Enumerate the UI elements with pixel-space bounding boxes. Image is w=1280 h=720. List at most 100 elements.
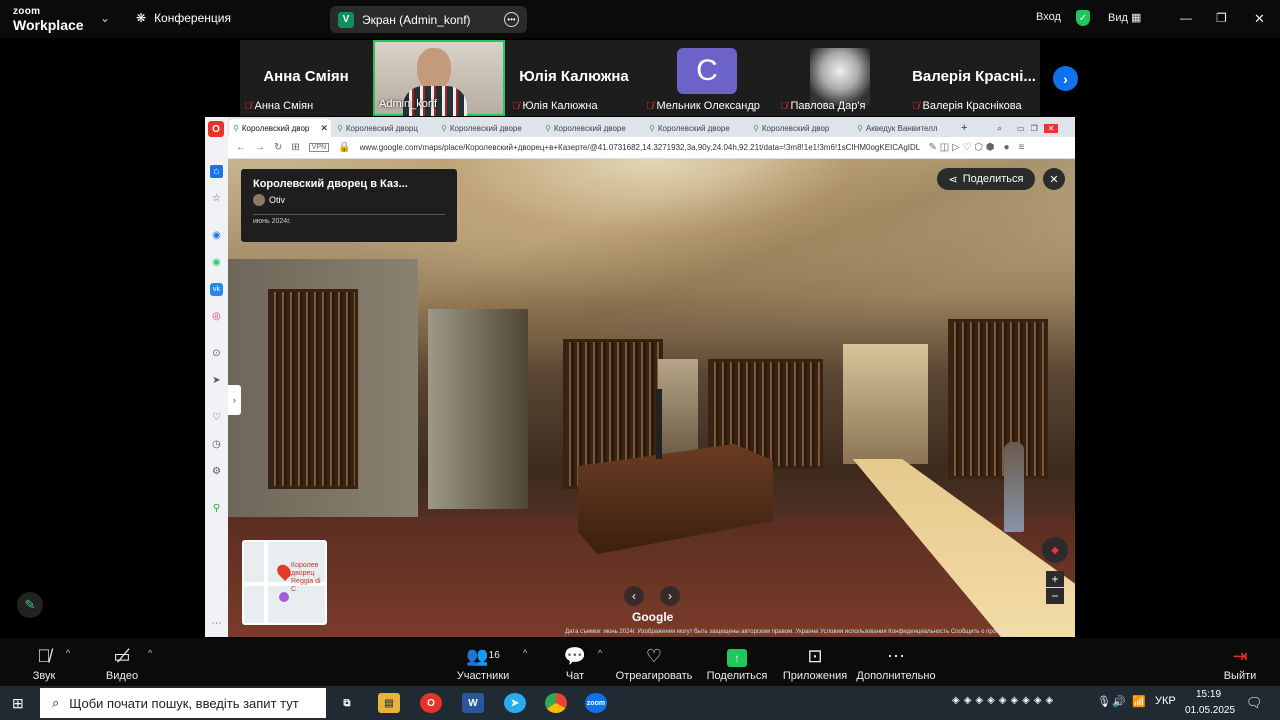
vk-icon[interactable]: vk bbox=[210, 283, 223, 296]
file-explorer-icon[interactable]: ▤ bbox=[378, 693, 400, 713]
participant-tile-active-speaker[interactable]: Admin_konf bbox=[373, 40, 505, 116]
browser-tab-active[interactable]: ⚲ Королевский двор ✕ bbox=[229, 119, 331, 137]
whatsapp-icon[interactable]: ◉ bbox=[210, 256, 223, 269]
taskbar-search[interactable]: ⌕ Щоби почати пошук, введіть запит тут bbox=[40, 688, 326, 718]
audio-options-caret[interactable]: ^ bbox=[66, 648, 70, 658]
mic-icon[interactable]: 🎙 bbox=[1097, 695, 1111, 708]
opera-icon[interactable]: O bbox=[420, 693, 442, 713]
video-button[interactable]: ▭̸ Видео bbox=[100, 644, 144, 682]
zoom-in-button[interactable]: + bbox=[1046, 571, 1064, 587]
send-icon[interactable]: ➤ bbox=[210, 374, 223, 387]
close-tab-icon[interactable]: ✕ bbox=[320, 123, 328, 134]
tabs-grid-icon[interactable]: ⊞ bbox=[291, 142, 299, 153]
participant-tile[interactable]: Валерія Красні... 🎙̸ Валерія Краснікова bbox=[908, 40, 1040, 116]
telegram-icon[interactable]: ➤ bbox=[504, 693, 526, 713]
extensions-icons[interactable]: ✎ ◫ ▷ ♡ ⬡ ⬢ bbox=[929, 142, 995, 153]
settings-icon[interactable]: ⚙ bbox=[210, 465, 223, 478]
heart-icon[interactable]: ♡ bbox=[210, 411, 223, 424]
video-options-caret[interactable]: ^ bbox=[148, 648, 152, 658]
chat-button[interactable]: 💬 Чат bbox=[556, 644, 594, 682]
place-title[interactable]: Королевский дворец в Каз... bbox=[253, 178, 445, 190]
participants-button[interactable]: 👥16 Участники bbox=[452, 644, 514, 682]
collapse-panel-button[interactable]: › bbox=[228, 385, 241, 415]
browser-tab[interactable]: ⚲ Королевский дворе bbox=[645, 119, 747, 137]
notifications-icon[interactable]: 🗨 bbox=[1246, 695, 1263, 711]
url-text[interactable]: www.google.com/maps/place/Королевский+дв… bbox=[360, 143, 920, 152]
speed-dial-icon[interactable]: ☆ bbox=[210, 192, 223, 205]
react-button[interactable]: ♡ Отреагировать bbox=[614, 644, 694, 682]
close-icon[interactable]: ✕ bbox=[1043, 123, 1059, 133]
chat-options-caret[interactable]: ^ bbox=[598, 648, 602, 658]
share-screen-button[interactable]: ↑ Поделиться bbox=[706, 644, 768, 682]
participant-tile[interactable]: C 🎙̸ Мельник Олександр bbox=[642, 40, 774, 116]
browser-tab[interactable]: ⚲ Королевский дворц bbox=[333, 119, 435, 137]
conference-menu[interactable]: ❋ Конференция bbox=[136, 11, 231, 25]
minimize-icon[interactable]: ▭ bbox=[1017, 124, 1025, 133]
zoom-out-button[interactable]: − bbox=[1046, 588, 1064, 604]
apps-button[interactable]: ⊡ Приложения bbox=[780, 644, 850, 682]
enter-button[interactable]: Вход bbox=[1036, 11, 1061, 23]
clock-time[interactable]: 15:19 bbox=[1196, 689, 1221, 700]
participant-tile[interactable]: 🎙̸ Павлова Дар'я bbox=[776, 40, 908, 116]
view-button[interactable]: Вид ▦ bbox=[1108, 11, 1141, 24]
more-button[interactable]: ⋯ Дополнительно bbox=[856, 644, 936, 682]
participant-name-label: 🎙̸ Анна Сміян bbox=[244, 100, 313, 112]
shield-icon[interactable]: ✓ bbox=[1076, 10, 1090, 26]
browser-tab[interactable]: ⚲ Королевский дворе bbox=[437, 119, 539, 137]
annotate-pencil-icon[interactable]: ✎ bbox=[17, 592, 43, 618]
menu-icon[interactable]: ≡ bbox=[1019, 142, 1025, 153]
clock-date[interactable]: 01.05.2025 bbox=[1185, 705, 1235, 716]
forward-icon[interactable]: → bbox=[255, 142, 265, 153]
participant-tile[interactable]: Юлія Калюжна 🎙̸ Юлія Калюжна bbox=[508, 40, 640, 116]
audio-button[interactable]: 🎙̸ Звук bbox=[24, 644, 64, 682]
pin-icon[interactable]: ⚲ bbox=[210, 502, 223, 515]
browser-tab[interactable]: ⚲ Королевский дворе bbox=[541, 119, 643, 137]
network-icon[interactable]: 📶 bbox=[1132, 695, 1146, 708]
instagram-icon[interactable]: ◎ bbox=[210, 310, 223, 323]
browser-window-controls[interactable]: ▭ ❐ ✕ bbox=[1013, 119, 1073, 137]
language-indicator[interactable]: УКР bbox=[1155, 695, 1176, 707]
screen-share-pill[interactable]: V Экран (Admin_konf) ••• bbox=[330, 6, 527, 33]
participant-tile[interactable]: Анна Сміян 🎙̸ Анна Сміян bbox=[240, 40, 372, 116]
chrome-icon[interactable] bbox=[545, 693, 567, 713]
leave-button[interactable]: ⇥ Выйти bbox=[1220, 644, 1260, 682]
participants-options-caret[interactable]: ^ bbox=[523, 648, 527, 658]
pegman-icon bbox=[279, 592, 289, 602]
windows-start-icon[interactable]: ⊞ bbox=[12, 695, 24, 712]
volume-icon[interactable]: 🔊 bbox=[1112, 695, 1126, 708]
more-icon[interactable]: ⋯ bbox=[210, 617, 223, 630]
browser-tab[interactable]: ⚲ Королевский двор bbox=[749, 119, 851, 137]
minimize-button[interactable]: — bbox=[1180, 11, 1192, 25]
maximize-button[interactable]: ❐ bbox=[1216, 11, 1227, 25]
author-row[interactable]: Otiv bbox=[253, 194, 445, 206]
vpn-badge[interactable]: VPN bbox=[308, 143, 330, 152]
new-tab-button[interactable]: + bbox=[957, 119, 971, 137]
mini-map[interactable]: Королев дворец Reggia di C bbox=[242, 540, 327, 625]
prev-photo-button[interactable]: ‹ bbox=[624, 586, 644, 606]
chevron-down-icon[interactable]: ⌄ bbox=[100, 11, 110, 25]
history-icon[interactable]: ◷ bbox=[210, 438, 223, 451]
close-window-button[interactable]: ✕ bbox=[1254, 11, 1265, 27]
browser-tab[interactable]: ⚲ Акведук Ванвителл bbox=[853, 119, 955, 137]
compass-icon[interactable]: ◆ bbox=[1042, 537, 1068, 563]
messenger-icon[interactable]: ◉ bbox=[210, 229, 223, 242]
tray-icons[interactable]: ◈◈◈◈◈◈◈◈◈ bbox=[952, 695, 1057, 706]
opera-logo-icon[interactable]: O bbox=[208, 121, 224, 137]
share-button[interactable]: ⋖ Поделиться bbox=[937, 168, 1035, 190]
more-options-icon[interactable]: ••• bbox=[504, 12, 519, 27]
home-icon[interactable]: ⌂ bbox=[210, 165, 223, 178]
reload-icon[interactable]: ↻ bbox=[274, 142, 282, 153]
player-icon[interactable]: ⊙ bbox=[210, 347, 223, 360]
search-tabs-icon[interactable]: ⌕ bbox=[993, 119, 1007, 137]
task-view-icon[interactable]: ⧉ bbox=[336, 693, 358, 713]
close-streetview-button[interactable]: ✕ bbox=[1043, 168, 1065, 190]
next-photo-button[interactable]: › bbox=[660, 586, 680, 606]
place-info-card[interactable]: Королевский дворец в Каз... Otiv июнь 20… bbox=[241, 169, 457, 242]
back-icon[interactable]: ← bbox=[236, 142, 246, 153]
profile-icon[interactable]: ● bbox=[1003, 142, 1009, 153]
word-icon[interactable]: W bbox=[462, 693, 484, 713]
next-participants-button[interactable]: › bbox=[1053, 66, 1078, 91]
restore-icon[interactable]: ❐ bbox=[1031, 124, 1038, 133]
zoom-taskbar-icon[interactable]: zoom bbox=[585, 693, 607, 713]
author-name[interactable]: Otiv bbox=[269, 195, 285, 205]
